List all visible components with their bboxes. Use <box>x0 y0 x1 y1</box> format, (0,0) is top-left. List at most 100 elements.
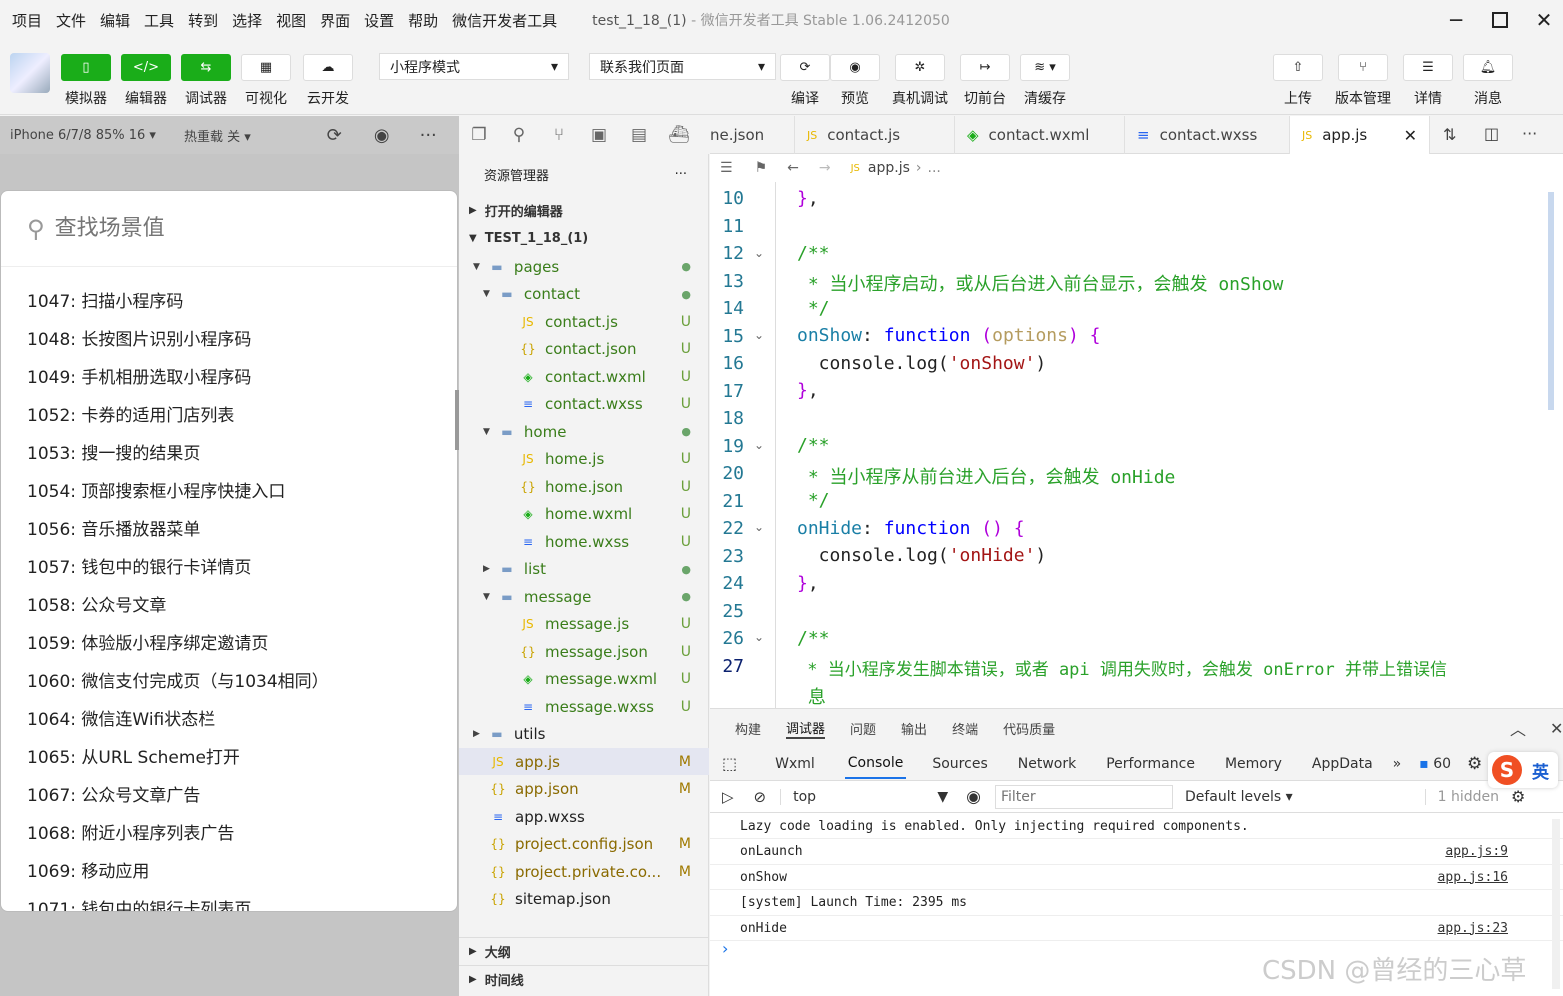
panel-tab-output[interactable]: 输出 <box>901 719 927 738</box>
scene-item[interactable]: 1056: 音乐播放器菜单 <box>27 515 200 540</box>
tab-app-js[interactable]: JS app.js ✕ <box>1290 116 1430 154</box>
more-icon[interactable]: ··· <box>675 167 687 182</box>
devtools-tab-console[interactable]: Console <box>844 755 907 779</box>
menu-tools[interactable]: 工具 <box>137 10 181 31</box>
minimize-icon[interactable]: ─ <box>1442 6 1470 34</box>
devtools-tab-appdata[interactable]: AppData <box>1312 756 1373 772</box>
file-tree-item[interactable]: JS message.js U <box>459 611 709 638</box>
list-icon[interactable]: ☰ <box>720 160 733 176</box>
extensions-icon[interactable]: ▣ <box>579 125 619 145</box>
scene-item[interactable]: 1067: 公众号文章广告 <box>27 781 200 806</box>
menu-edit[interactable]: 编辑 <box>93 10 137 31</box>
log-source-link[interactable]: app.js:23 <box>1438 921 1508 936</box>
close-tab-icon[interactable]: ✕ <box>1404 126 1417 145</box>
split-editor-icon[interactable]: ◫ <box>1484 124 1499 143</box>
storage-icon[interactable]: ▤ <box>619 125 659 145</box>
chevron-up-icon[interactable]: ︿ <box>1510 716 1526 740</box>
file-tree-item[interactable]: JS app.js M <box>459 748 709 775</box>
outline-section[interactable]: ▶ 大纲 <box>459 937 709 964</box>
open-editors-section[interactable]: ▶ 打开的编辑器 <box>459 197 709 224</box>
file-tree-item[interactable]: ▼ ▬ message ● <box>459 583 709 610</box>
scene-item[interactable]: 1065: 从URL Scheme打开 <box>27 743 240 768</box>
chevron-down-icon[interactable]: ▼ <box>473 262 480 272</box>
eye-icon[interactable]: ◉ <box>966 787 981 807</box>
console-settings-icon[interactable]: ⚙ <box>1511 787 1525 806</box>
devtools-tab-network[interactable]: Network <box>1018 756 1076 772</box>
fold-chevron-icon[interactable]: ⌄ <box>754 630 764 644</box>
fold-chevron-icon[interactable]: ⌄ <box>754 328 764 342</box>
devtools-tab-performance[interactable]: Performance <box>1106 756 1195 772</box>
more-icon[interactable]: ··· <box>1522 124 1537 143</box>
stop-icon[interactable]: ◉ <box>374 125 390 146</box>
code-editor[interactable]: 10 11 12 13 14 15 16 17 18 19 20 21 22 23 24 25 26 27 ⌄ ⌄… <box>710 182 1563 708</box>
project-section[interactable]: ▼ TEST_1_18_(1) <box>459 225 709 252</box>
menu-settings[interactable]: 设置 <box>357 10 401 31</box>
file-tree-item[interactable]: ≡ contact.wxss U <box>459 391 709 418</box>
scene-item[interactable]: 1059: 体验版小程序绑定邀请页 <box>27 629 268 654</box>
menu-goto[interactable]: 转到 <box>181 10 225 31</box>
menu-view[interactable]: 视图 <box>269 10 313 31</box>
bookmark-icon[interactable]: ⚑ <box>755 160 768 176</box>
search-icon[interactable]: ⚲ <box>499 125 539 145</box>
filter-input[interactable] <box>994 784 1173 809</box>
chevron-down-icon[interactable]: ▼ <box>483 289 490 299</box>
breadcrumb-file[interactable]: app.js <box>868 160 910 176</box>
chevron-right-icon[interactable]: ▶ <box>473 729 480 739</box>
debugger-button[interactable]: ⇆ 调试器 <box>176 54 236 108</box>
menu-file[interactable]: 文件 <box>49 10 93 31</box>
gear-icon[interactable]: ⚙ <box>1467 754 1482 774</box>
page-select[interactable]: 联系我们页面 ▾ <box>589 53 776 80</box>
panel-tab-terminal[interactable]: 终端 <box>952 719 978 738</box>
device-select[interactable]: iPhone 6/7/8 85% 16 ▾ <box>10 128 156 143</box>
file-tree-item[interactable]: JS home.js U <box>459 446 709 473</box>
messages-button[interactable]: 🔔︎ 消息 <box>1458 54 1518 108</box>
docker-icon[interactable]: ⛴ <box>659 125 699 145</box>
tab-contact-wxss[interactable]: ≡ contact.wxss <box>1125 116 1290 154</box>
timeline-section[interactable]: ▶ 时间线 <box>459 965 709 992</box>
scene-item[interactable]: 1058: 公众号文章 <box>27 591 166 616</box>
message-count-icon[interactable]: ▪ 60 <box>1419 756 1451 772</box>
rotate-icon[interactable]: ⟳ <box>327 125 342 146</box>
file-tree-item[interactable]: {} message.json U <box>459 638 709 665</box>
console-prompt[interactable]: › <box>722 939 728 958</box>
file-tree-item[interactable]: ◈ contact.wxml U <box>459 363 709 390</box>
visual-button[interactable]: ▦ 可视化 <box>236 54 296 108</box>
file-tree-item[interactable]: {} contact.json U <box>459 336 709 363</box>
inspect-icon[interactable]: ⬚ <box>722 754 737 773</box>
scene-item[interactable]: 1049: 手机相册选取小程序码 <box>27 363 251 388</box>
tab-ne-json[interactable]: ne.json <box>710 116 795 154</box>
breadcrumb-more[interactable]: ... <box>928 160 941 176</box>
log-source-link[interactable]: app.js:9 <box>1445 844 1508 859</box>
scene-item[interactable]: 1057: 钱包中的银行卡详情页 <box>27 553 251 578</box>
file-tree-item[interactable]: {} project.config.json M <box>459 831 709 858</box>
console-scrollbar[interactable] <box>1552 819 1560 989</box>
compare-icon[interactable]: ⇅ <box>1443 125 1456 144</box>
menu-wechat-devtools[interactable]: 微信开发者工具 <box>445 10 564 31</box>
chevron-down-icon[interactable]: ▼ <box>483 427 490 437</box>
file-tree-item[interactable]: ▼ ▬ home ● <box>459 418 709 445</box>
panel-tab-problems[interactable]: 问题 <box>850 719 876 738</box>
devtools-tab-memory[interactable]: Memory <box>1225 756 1282 772</box>
close-icon[interactable]: ✕ <box>1530 6 1558 34</box>
scene-item[interactable]: 1060: 微信支付完成页（与1034相同） <box>27 667 329 692</box>
forward-arrow-icon[interactable]: → <box>819 160 831 176</box>
real-debug-button[interactable]: ✲ 真机调试 <box>890 54 950 108</box>
fold-chevron-icon[interactable]: ⌄ <box>754 438 764 452</box>
upload-button[interactable]: ⇧ 上传 <box>1268 54 1328 108</box>
mode-select[interactable]: 小程序模式 ▾ <box>379 53 569 80</box>
details-button[interactable]: ☰ 详情 <box>1398 54 1458 108</box>
version-button[interactable]: ⑂ 版本管理 <box>1333 54 1393 108</box>
chevron-right-icon[interactable]: ▶ <box>483 564 490 574</box>
context-select[interactable]: top ▼ <box>780 788 948 805</box>
sidebar-toggle-icon[interactable]: ▷ <box>722 788 734 806</box>
avatar[interactable] <box>10 53 50 93</box>
scene-item[interactable]: 1048: 长按图片识别小程序码 <box>27 325 251 350</box>
source-control-icon[interactable]: ⑂ <box>539 125 579 145</box>
panel-tab-code-quality[interactable]: 代码质量 <box>1003 719 1055 738</box>
file-tree-item[interactable]: {} project.private.co... M <box>459 858 709 885</box>
simulator-button[interactable]: ▯ 模拟器 <box>56 54 116 108</box>
levels-select[interactable]: Default levels ▾ <box>1185 789 1293 805</box>
file-tree-item[interactable]: ≡ home.wxss U <box>459 528 709 555</box>
scene-item[interactable]: 1053: 搜一搜的结果页 <box>27 439 200 464</box>
log-source-link[interactable]: app.js:16 <box>1438 870 1508 885</box>
